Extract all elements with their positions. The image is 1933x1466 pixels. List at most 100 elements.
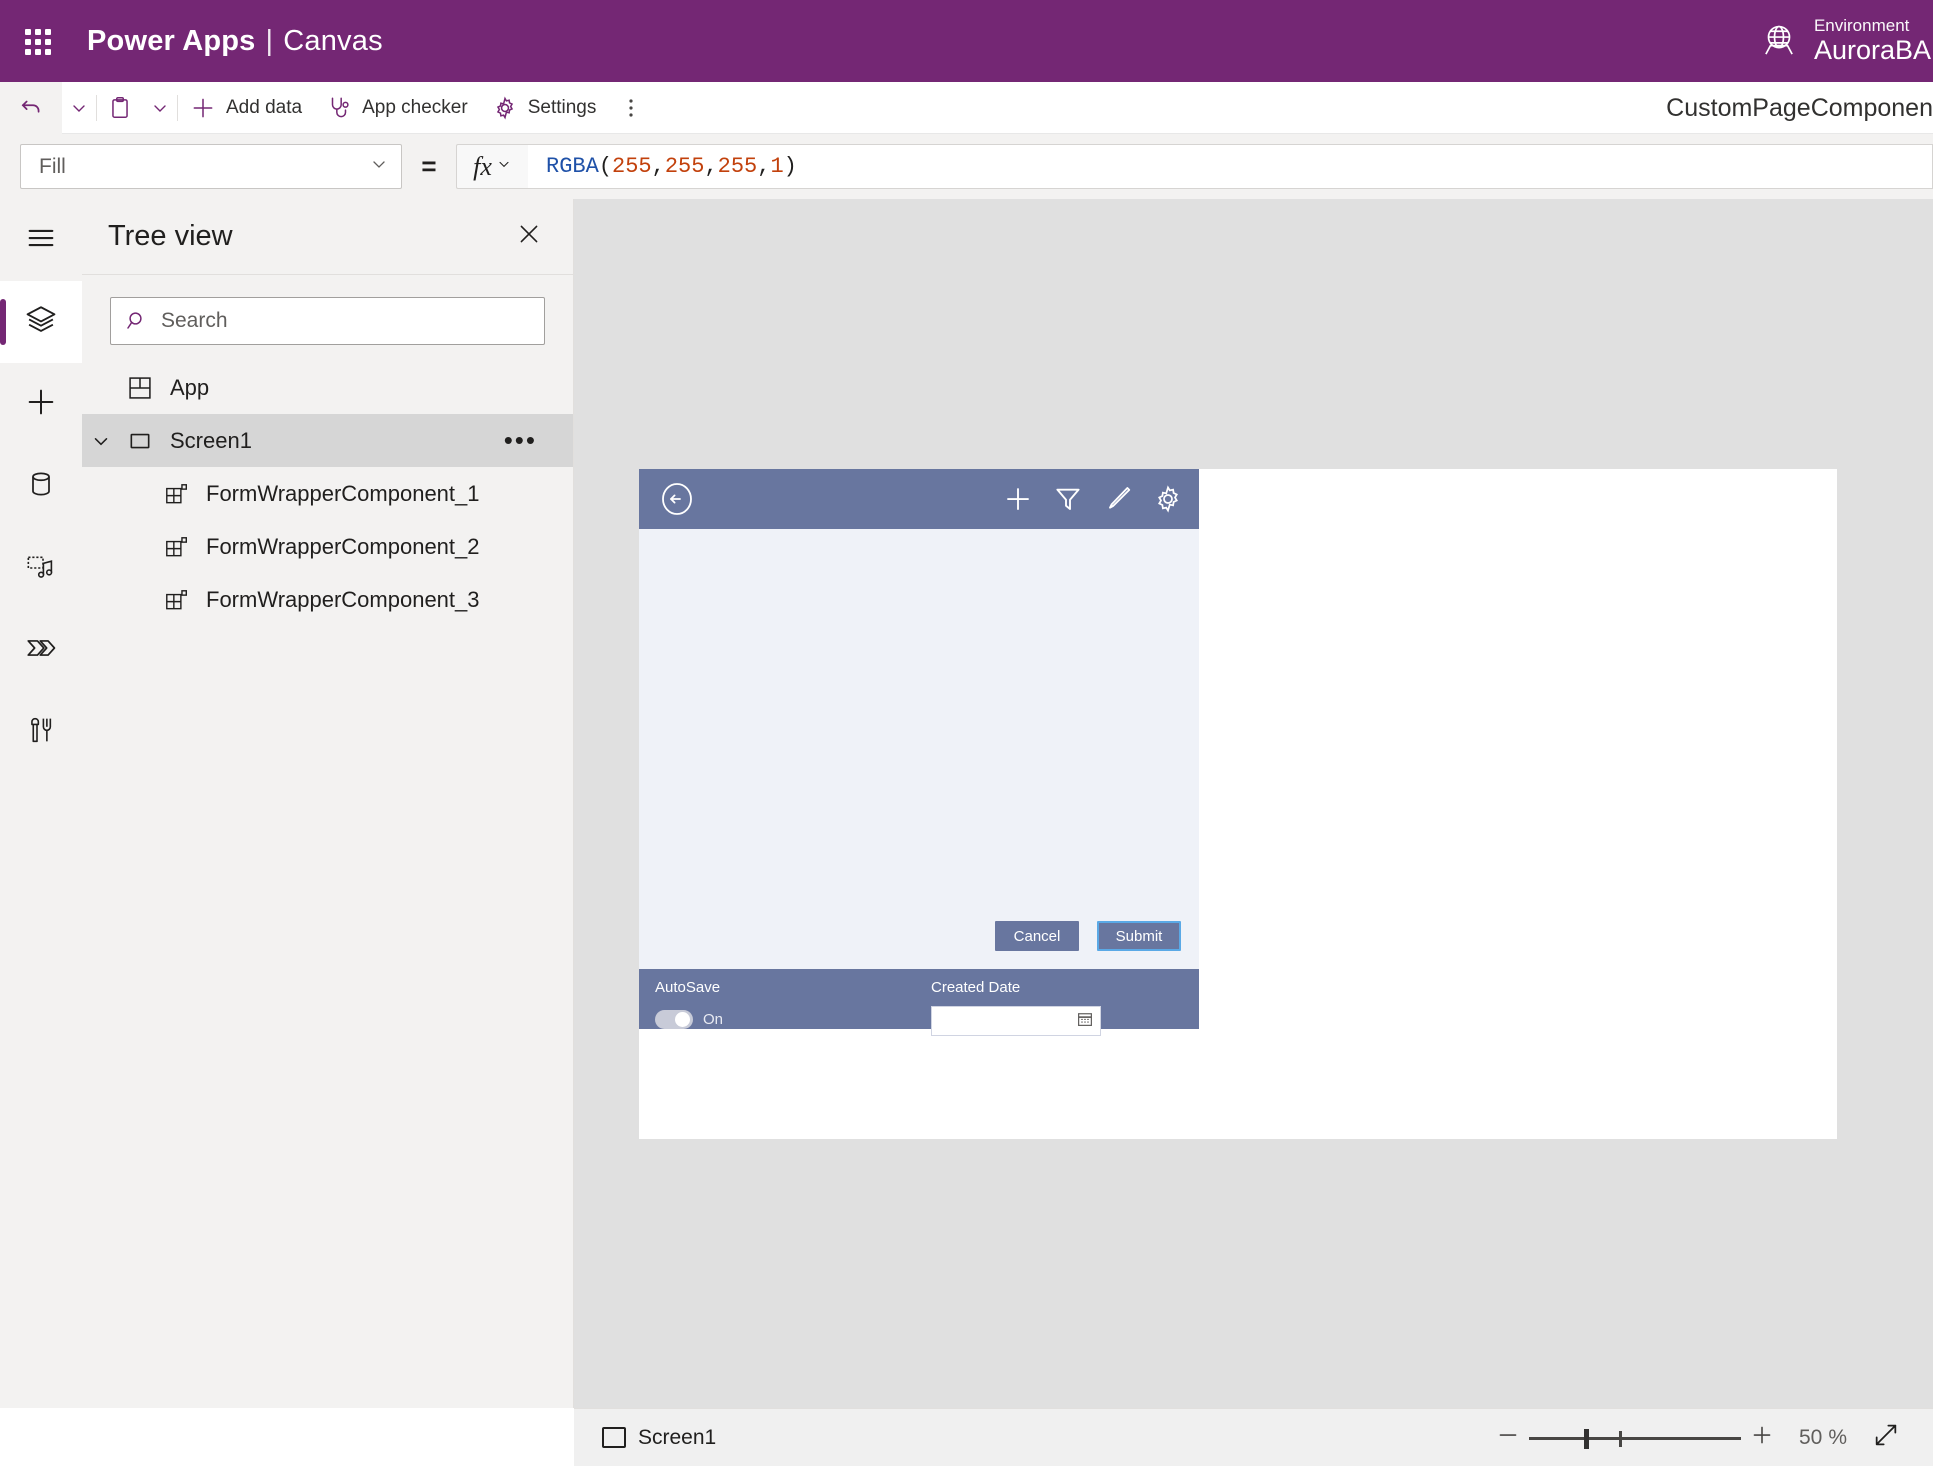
brand-title[interactable]: Power Apps | Canvas bbox=[87, 25, 383, 58]
power-apps-studio: Power Apps | Canvas Environment AuroraBA bbox=[0, 0, 1933, 1466]
sidebar-item-tools[interactable] bbox=[0, 691, 82, 773]
stethoscope-icon bbox=[326, 95, 352, 121]
formula-token-punc: , bbox=[651, 154, 665, 179]
paste-button[interactable] bbox=[97, 82, 143, 134]
tree-item-label: FormWrapperComponent_2 bbox=[206, 533, 480, 559]
zoom-slider-thumb[interactable] bbox=[1583, 1428, 1589, 1449]
power-automate-icon bbox=[24, 631, 58, 670]
app-header-icons bbox=[1001, 482, 1185, 516]
environment-text: Environment AuroraBA bbox=[1814, 16, 1933, 65]
zoom-in-button[interactable] bbox=[1741, 1417, 1783, 1459]
app-icon bbox=[120, 374, 160, 402]
fx-button[interactable]: fx bbox=[456, 144, 528, 189]
add-data-button[interactable]: Add data bbox=[178, 82, 314, 134]
app-launcher-icon[interactable] bbox=[17, 21, 57, 61]
settings-label: Settings bbox=[527, 96, 597, 118]
toggle-knob bbox=[675, 1012, 690, 1027]
status-selected-screen[interactable]: Screen1 bbox=[602, 1426, 716, 1450]
environment-label: Environment bbox=[1813, 16, 1910, 36]
filter-icon[interactable] bbox=[1051, 482, 1085, 516]
menu-hamburger-button[interactable] bbox=[0, 199, 82, 281]
plus-icon bbox=[24, 385, 58, 424]
sidebar-item-data[interactable] bbox=[0, 445, 82, 527]
zoom-out-button[interactable] bbox=[1487, 1417, 1529, 1459]
globe-icon bbox=[1765, 25, 1793, 55]
expand-diagonal-icon bbox=[1872, 1421, 1900, 1454]
tree-item-formwrappercomponent-3[interactable]: FormWrapperComponent_3 bbox=[82, 573, 573, 626]
formula-token-number: 255 bbox=[664, 154, 705, 179]
gear-icon bbox=[492, 95, 518, 121]
database-icon bbox=[25, 468, 57, 505]
add-data-label: Add data bbox=[226, 96, 303, 118]
sidebar-item-tree-view[interactable] bbox=[0, 281, 82, 363]
app-checker-label: App checker bbox=[362, 96, 468, 118]
cancel-button[interactable]: Cancel bbox=[995, 921, 1079, 951]
zoom-slider-tick bbox=[1618, 1430, 1622, 1447]
settings-icon[interactable] bbox=[1151, 482, 1185, 516]
created-date-field: Created Date bbox=[931, 979, 1101, 1036]
zoom-slider-track bbox=[1528, 1436, 1741, 1440]
created-date-label: Created Date bbox=[931, 979, 1021, 996]
zoom-slider[interactable] bbox=[1528, 1417, 1741, 1459]
app-component-header bbox=[639, 469, 1199, 529]
top-app-bar: Power Apps | Canvas Environment AuroraBA bbox=[0, 0, 1933, 82]
equals-sign: = bbox=[421, 151, 437, 181]
sidebar-item-media[interactable] bbox=[0, 527, 82, 609]
created-date-input[interactable] bbox=[931, 1006, 1101, 1036]
add-icon[interactable] bbox=[1001, 482, 1035, 516]
form-wrapper-component-preview[interactable]: Cancel Submit AutoSave On Created Date bbox=[639, 469, 1199, 1036]
autosave-field: AutoSave On bbox=[655, 979, 723, 1029]
autosave-toggle-row: On bbox=[655, 1010, 723, 1029]
zoom-value: 50 bbox=[1798, 1425, 1823, 1449]
layers-icon bbox=[24, 303, 58, 342]
undo-button[interactable] bbox=[0, 81, 62, 134]
sidebar-item-insert[interactable] bbox=[0, 363, 82, 445]
canvas-workspace[interactable]: Cancel Submit AutoSave On Created Date bbox=[574, 199, 1933, 1408]
property-selector[interactable]: Fill bbox=[20, 144, 402, 189]
tree-view-header: Tree view bbox=[82, 199, 573, 275]
formula-token-punc: , bbox=[704, 154, 718, 179]
edit-icon[interactable] bbox=[1101, 482, 1135, 516]
more-horizontal-icon[interactable]: ••• bbox=[504, 427, 537, 452]
screen-canvas[interactable]: Cancel Submit AutoSave On Created Date bbox=[639, 469, 1837, 1139]
component-icon bbox=[156, 481, 196, 507]
undo-dropdown-button[interactable] bbox=[62, 82, 96, 134]
chevron-down-icon bbox=[69, 98, 89, 118]
brand-separator: | bbox=[265, 24, 274, 57]
status-bar: Screen1 50 % bbox=[574, 1408, 1933, 1466]
tree-item-formwrappercomponent-2[interactable]: FormWrapperComponent_2 bbox=[82, 520, 573, 573]
environment-picker[interactable]: Environment AuroraBA bbox=[1758, 0, 1933, 82]
close-panel-button[interactable] bbox=[507, 215, 551, 259]
settings-button[interactable]: Settings bbox=[480, 82, 609, 134]
more-options-button[interactable] bbox=[608, 82, 654, 134]
formula-token-number: 255 bbox=[612, 154, 652, 179]
app-checker-button[interactable]: App checker bbox=[314, 82, 480, 134]
fit-to-screen-button[interactable] bbox=[1865, 1417, 1907, 1459]
app-component-body: Cancel Submit bbox=[639, 529, 1199, 969]
autosave-toggle[interactable] bbox=[655, 1010, 693, 1029]
sidebar-item-power-automate[interactable] bbox=[0, 609, 82, 691]
formula-token-function: RGBA bbox=[546, 154, 599, 179]
submit-button[interactable]: Submit bbox=[1097, 921, 1181, 951]
chevron-down-icon bbox=[496, 156, 512, 177]
minus-icon bbox=[1495, 1422, 1521, 1453]
component-icon bbox=[156, 534, 196, 560]
tree-item-screen1[interactable]: Screen1 ••• bbox=[82, 414, 573, 467]
paste-dropdown-button[interactable] bbox=[143, 82, 177, 134]
tree-view-panel: Tree view Search App Screen1 ••• FormWra… bbox=[82, 199, 574, 1408]
tree-item-app[interactable]: App bbox=[82, 361, 573, 414]
formula-input[interactable]: RGBA(255, 255, 255, 1) bbox=[528, 144, 1933, 189]
chevron-down-icon[interactable] bbox=[82, 430, 120, 452]
plus-icon bbox=[1749, 1422, 1775, 1453]
search-box[interactable] bbox=[110, 297, 545, 345]
search-input[interactable] bbox=[161, 309, 530, 333]
brand-subtitle: Canvas bbox=[283, 24, 383, 57]
chevron-down-icon bbox=[369, 154, 389, 179]
property-selector-value: Fill bbox=[39, 154, 66, 178]
back-arrow-circle-icon[interactable] bbox=[657, 479, 697, 519]
tree-item-label: FormWrapperComponent_1 bbox=[206, 480, 480, 506]
tree-item-formwrappercomponent-1[interactable]: FormWrapperComponent_1 bbox=[82, 467, 573, 520]
app-component-footer: AutoSave On Created Date bbox=[639, 969, 1199, 1036]
page-title-text: CustomPageComponen bbox=[1666, 93, 1933, 122]
calendar-icon[interactable] bbox=[1076, 1010, 1094, 1033]
